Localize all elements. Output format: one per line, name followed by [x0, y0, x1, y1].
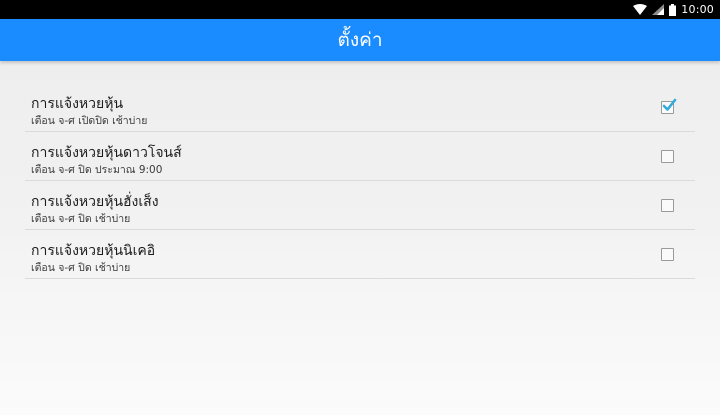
setting-subtitle: เตือน จ-ศ ปิด ประมาณ 9:00 — [31, 164, 163, 176]
settings-list: การแจ้งหวยหุ้น เตือน จ-ศ เปิดปิด เช้าบ่า… — [25, 83, 695, 279]
setting-row-stock-lottery[interactable]: การแจ้งหวยหุ้น เตือน จ-ศ เปิดปิด เช้าบ่า… — [25, 83, 695, 132]
page-title: ตั้งค่า — [337, 29, 383, 51]
setting-row-hang-seng[interactable]: การแจ้งหวยหุ้นฮั่งเส็ง เตือน จ-ศ ปิด เช้… — [25, 181, 695, 230]
setting-row-dow-jones[interactable]: การแจ้งหวยหุ้นดาวโจนส์ เตือน จ-ศ ปิด ประ… — [25, 132, 695, 181]
app-bar: ตั้งค่า — [0, 19, 720, 61]
status-time: 10:00 — [681, 3, 714, 16]
wifi-icon — [633, 4, 648, 15]
setting-checkbox[interactable] — [661, 150, 674, 163]
setting-subtitle: เตือน จ-ศ ปิด เช้าบ่าย — [31, 262, 131, 274]
setting-checkbox[interactable] — [661, 98, 677, 114]
setting-subtitle: เตือน จ-ศ ปิด เช้าบ่าย — [31, 213, 131, 225]
checkmark-icon — [662, 98, 677, 111]
battery-icon — [669, 3, 677, 16]
signal-icon — [652, 4, 665, 15]
setting-row-nikkei[interactable]: การแจ้งหวยหุ้นนิเคอิ เตือน จ-ศ ปิด เช้าบ… — [25, 230, 695, 279]
setting-checkbox[interactable] — [661, 248, 674, 261]
setting-subtitle: เตือน จ-ศ เปิดปิด เช้าบ่าย — [31, 115, 148, 127]
setting-checkbox[interactable] — [661, 199, 674, 212]
status-bar: 10:00 — [0, 0, 720, 19]
